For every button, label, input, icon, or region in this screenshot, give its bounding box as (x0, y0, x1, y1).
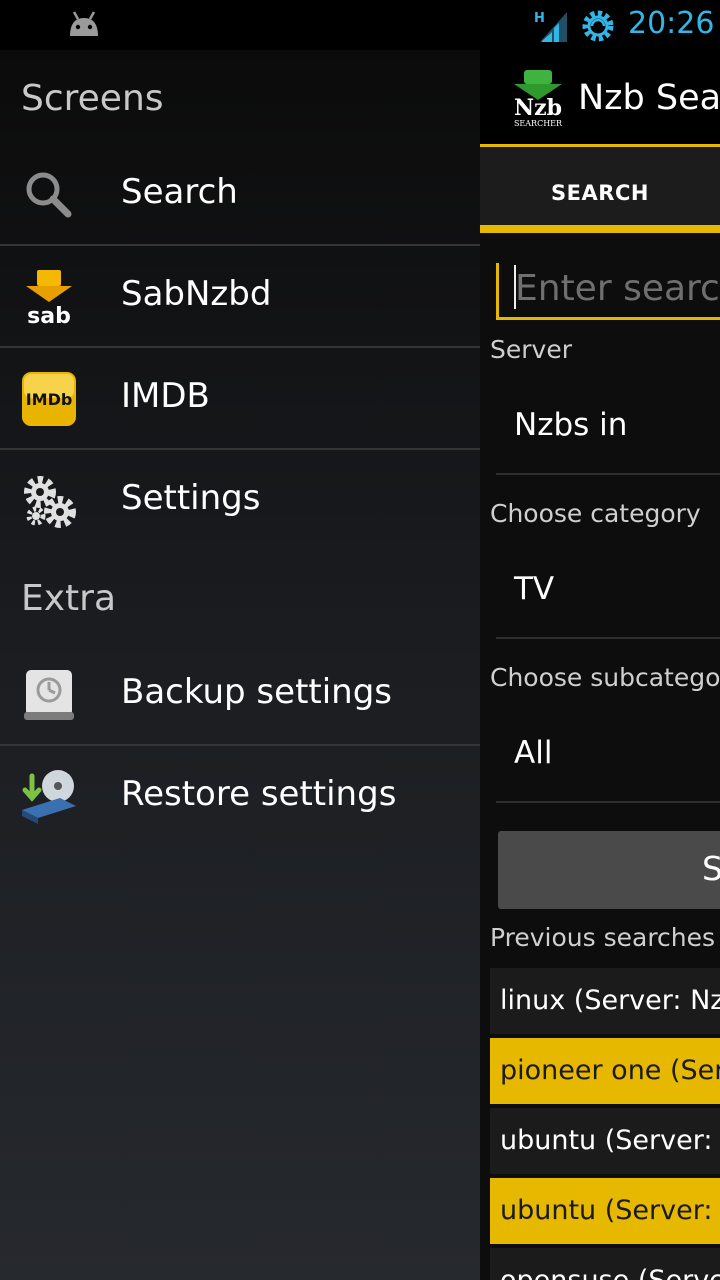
logo-subtext: SEARCHER (514, 119, 563, 128)
main-app-screen: Nzb SEARCHER Nzb Searcher SEARCH Server … (480, 50, 720, 1280)
search-field (496, 263, 720, 320)
section-screens: Screens (21, 78, 164, 119)
server-spinner[interactable]: Nzbs in (496, 381, 720, 475)
drawer-item-backup-settings[interactable]: Backup settings (0, 644, 480, 746)
android-notification-icon (70, 11, 98, 36)
search-input[interactable] (515, 263, 720, 313)
drawer-item-label: Settings (121, 478, 261, 518)
sab-text: sab (27, 304, 71, 326)
subcategory-label: Choose subcatego (490, 663, 720, 692)
previous-searches-label: Previous searches (490, 923, 716, 952)
drawer-item-label: Restore settings (121, 774, 397, 814)
imdb-text: IMDb (26, 390, 73, 409)
backup-drive-icon (24, 670, 74, 720)
server-value: Nzbs in (514, 407, 628, 443)
app-title: Nzb Searcher (578, 78, 720, 118)
drawer-item-imdb[interactable]: IMDb IMDB (0, 348, 480, 450)
drawer-item-sabnzbd[interactable]: sab SabNzbd (0, 246, 480, 348)
subcategory-value: All (514, 735, 553, 771)
sabnzbd-icon: sab (26, 270, 72, 326)
drawer-item-restore-settings[interactable]: Restore settings (0, 746, 480, 846)
drawer-item-label: SabNzbd (121, 274, 272, 314)
search-form: Server Nzbs in Choose category TV Choose… (480, 233, 720, 1280)
search-submit-label: S (702, 849, 720, 888)
server-label: Server (490, 335, 572, 364)
category-label: Choose category (490, 499, 701, 528)
restore-disc-icon (22, 770, 76, 824)
search-icon (26, 172, 72, 218)
previous-search-item[interactable]: ubuntu (Server: N (490, 1108, 720, 1174)
drawer-item-search[interactable]: Search (0, 144, 480, 246)
signal-strength-icon: H (534, 11, 567, 42)
tab-bar: SEARCH (480, 147, 720, 233)
logo-text: Nzb (514, 95, 562, 121)
section-extra: Extra (21, 578, 117, 619)
network-type-label: H (534, 11, 545, 26)
previous-search-item[interactable]: pioneer one (Serv (490, 1038, 720, 1104)
navigation-drawer: Screens Search sab SabNzbd IMDb IMDB Set… (0, 50, 480, 1280)
tab-search[interactable]: SEARCH (480, 147, 720, 233)
drawer-item-settings[interactable]: Settings (0, 450, 480, 550)
nzb-searcher-logo-icon[interactable]: Nzb SEARCHER (510, 70, 566, 128)
action-bar: Nzb SEARCHER Nzb Searcher (480, 50, 720, 147)
status-clock: 20:26 (628, 6, 715, 41)
category-value: TV (514, 571, 555, 607)
tab-selected-indicator (480, 225, 720, 233)
gear-icon (24, 476, 76, 528)
drawer-item-label: IMDB (121, 376, 210, 416)
previous-search-item[interactable]: linux (Server: Nzb (490, 968, 720, 1034)
previous-search-item[interactable]: ubuntu (Server: N (490, 1178, 720, 1244)
drawer-item-label: Search (121, 172, 238, 212)
drawer-item-label: Backup settings (121, 672, 393, 712)
imdb-icon: IMDb (22, 372, 76, 426)
subcategory-spinner[interactable]: All (496, 709, 720, 803)
category-spinner[interactable]: TV (496, 545, 720, 639)
search-submit-button[interactable]: S (498, 831, 720, 909)
sync-gear-icon (582, 10, 614, 42)
status-bar: H 20:26 (0, 0, 720, 50)
previous-search-item[interactable]: opensuse (Server (490, 1248, 720, 1280)
